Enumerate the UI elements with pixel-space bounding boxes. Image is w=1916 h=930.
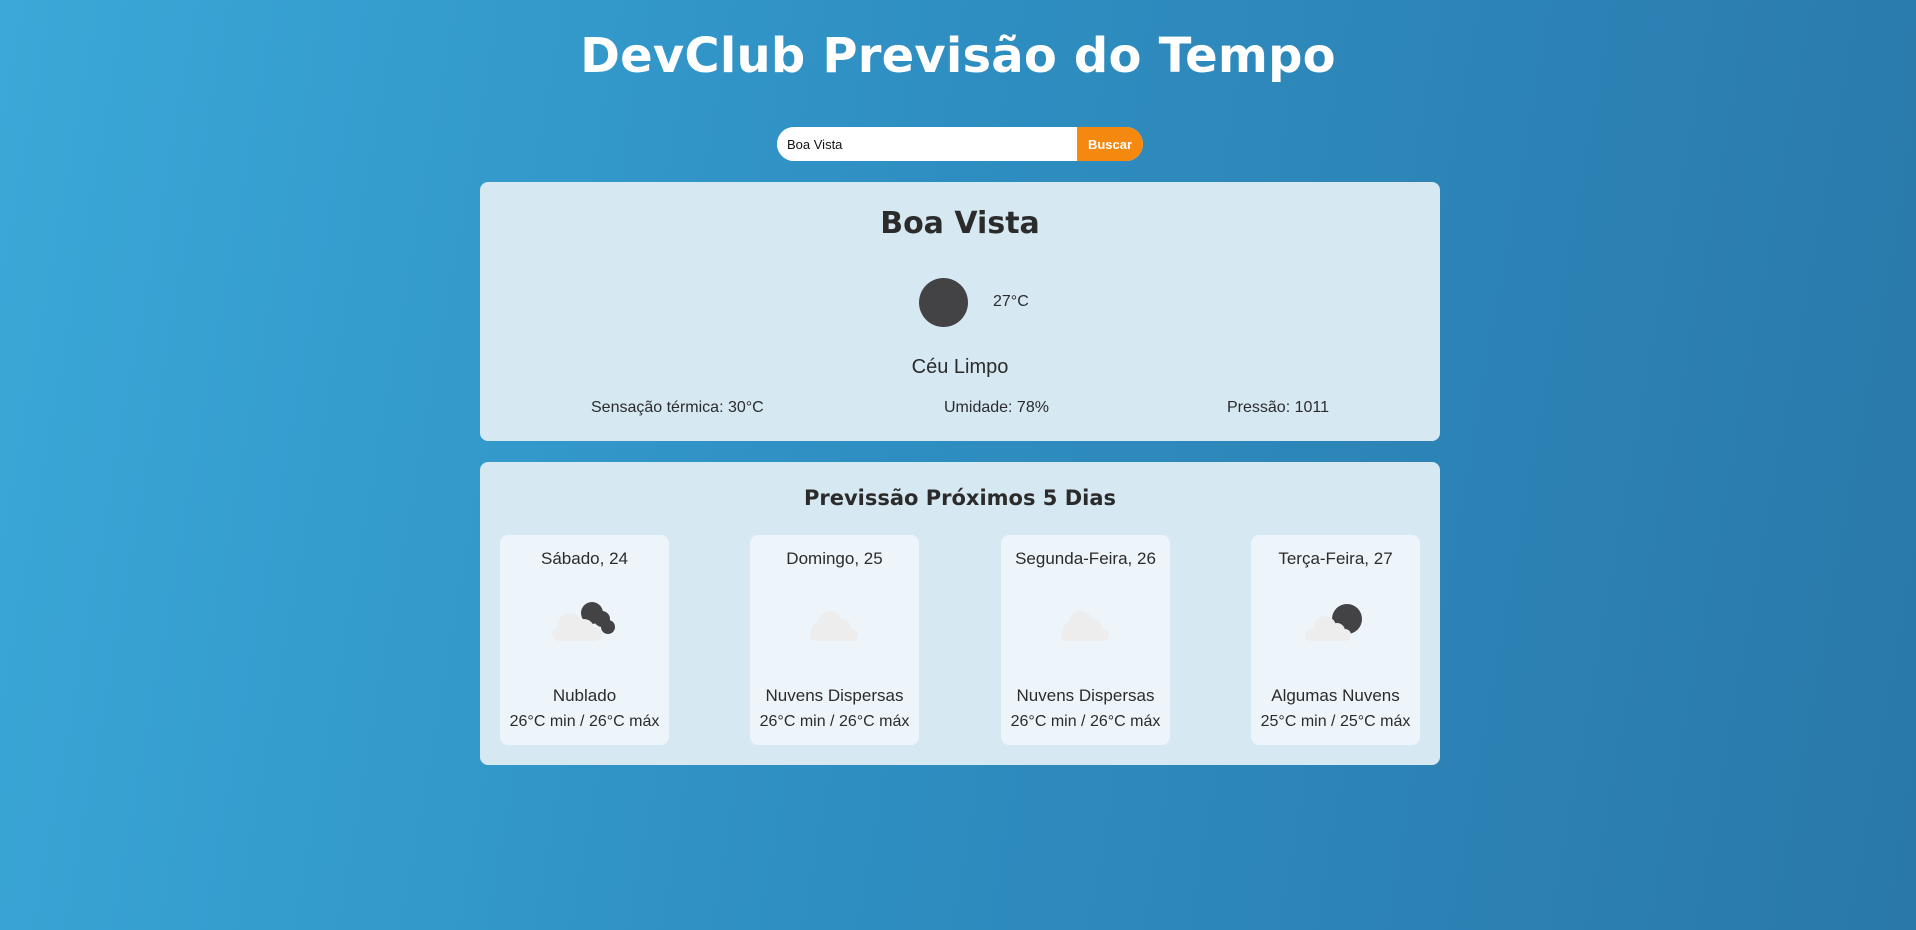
forecast-day-card: Domingo, 25 Nuvens Dispersas 26°C min / … — [750, 535, 919, 745]
city-name: Boa Vista — [880, 206, 1040, 241]
weather-description: Céu Limpo — [911, 356, 1009, 378]
search-bar: Buscar — [777, 127, 1143, 161]
scattered-clouds-icon — [810, 611, 858, 641]
broken-clouds-icon — [552, 602, 615, 641]
humidity: Umidade: 78% — [944, 399, 1049, 416]
current-temperature: 27°C — [993, 293, 1029, 310]
forecast-card: Previssão Próximos 5 Dias Sábado, 24 Nub… — [480, 462, 1440, 765]
forecast-day-name: Terça-Feira, 27 — [1278, 549, 1393, 568]
forecast-day-description: Nuvens Dispersas — [1016, 686, 1155, 705]
forecast-day-card: Terça-Feira, 27 Algumas Nuvens 25°C min … — [1251, 535, 1420, 745]
forecast-day-card: Segunda-Feira, 26 Nuvens Dispersas 26°C … — [1001, 535, 1170, 745]
clear-night-icon — [919, 278, 968, 327]
forecast-day-name: Segunda-Feira, 26 — [1015, 549, 1156, 568]
forecast-day-description: Nublado — [552, 686, 617, 705]
forecast-day-temps: 25°C min / 25°C máx — [1260, 713, 1411, 730]
forecast-day-description: Nuvens Dispersas — [765, 686, 904, 705]
forecast-day-temps: 26°C min / 26°C máx — [759, 713, 910, 730]
scattered-clouds-icon — [1061, 611, 1109, 641]
forecast-day-temps: 26°C min / 26°C máx — [1010, 713, 1161, 730]
search-input[interactable] — [777, 127, 1077, 161]
pressure: Pressão: 1011 — [1227, 399, 1329, 416]
forecast-day-name: Domingo, 25 — [786, 549, 883, 568]
search-button[interactable]: Buscar — [1077, 127, 1143, 161]
forecast-day-temps: 26°C min / 26°C máx — [509, 713, 660, 730]
forecast-day-description: Algumas Nuvens — [1271, 686, 1400, 705]
forecast-title: Previssão Próximos 5 Dias — [803, 486, 1117, 510]
forecast-day-name: Sábado, 24 — [541, 549, 628, 568]
feels-like: Sensação térmica: 30°C — [591, 399, 764, 416]
weather-details: Sensação térmica: 30°C Umidade: 78% Pres… — [480, 399, 1440, 419]
current-weather-card: Boa Vista 27°C Céu Limpo Sensação térmic… — [480, 182, 1440, 441]
page-title: DevClub Previsão do Tempo — [580, 28, 1336, 84]
forecast-day-card: Sábado, 24 Nublado 26°C min / 26°C máx — [500, 535, 669, 745]
few-clouds-night-icon — [1305, 604, 1362, 641]
